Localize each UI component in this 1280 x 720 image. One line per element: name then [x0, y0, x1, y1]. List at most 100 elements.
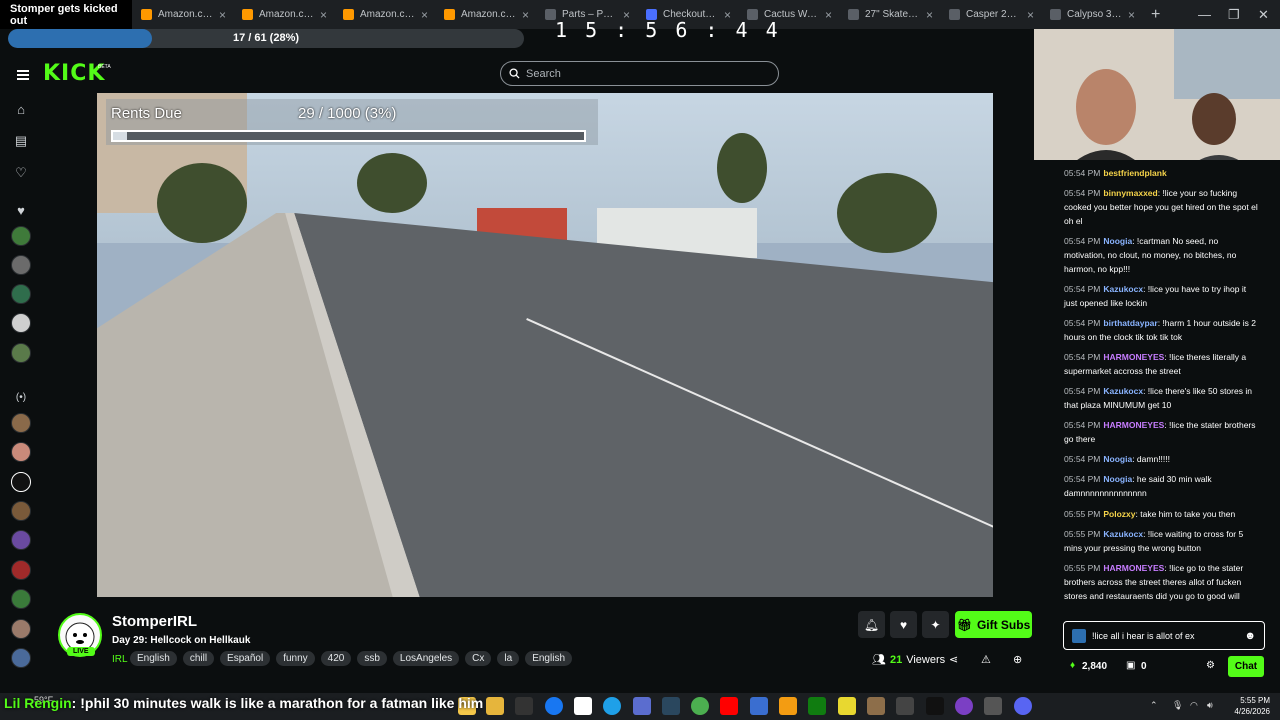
tray-up-icon[interactable]: ⌃: [1150, 700, 1158, 711]
stream-tag[interactable]: la: [497, 651, 520, 666]
mic-icon[interactable]: 🎙︎: [1172, 700, 1183, 711]
app-icon[interactable]: [574, 697, 592, 715]
taskbar-clock[interactable]: 5:55 PM 4/26/2026: [1222, 695, 1270, 717]
stream-tag[interactable]: English: [525, 651, 573, 666]
app-icon[interactable]: [984, 697, 1002, 715]
goal-progress-bar: 17 / 61 (28%): [8, 29, 524, 48]
kick-logo[interactable]: KICK: [43, 61, 105, 86]
wifi-icon[interactable]: ◠: [1190, 700, 1198, 711]
sidebar-channel-avatar[interactable]: [11, 226, 31, 246]
sidebar-channel-avatar[interactable]: [11, 589, 31, 609]
gift-count[interactable]: 0: [1141, 661, 1147, 672]
new-tab-button[interactable]: +: [1143, 0, 1173, 29]
share-icon[interactable]: ⋖: [949, 653, 958, 666]
browser-tab[interactable]: Amazon.com : Bo×: [335, 0, 436, 29]
app-icon[interactable]: [750, 697, 768, 715]
sidebar-channel-avatar[interactable]: [11, 501, 31, 521]
sidebar-channel-avatar[interactable]: [11, 343, 31, 363]
app-icon[interactable]: [779, 697, 797, 715]
rents-label: Rents Due: [111, 105, 182, 122]
menu-icon[interactable]: [17, 70, 29, 82]
chat-message: 05:54 PM Noogia: !cartman No seed, no mot…: [1064, 236, 1237, 274]
bell-icon: 🔔︎: [863, 617, 880, 632]
restore-icon[interactable]: ❐: [1228, 0, 1240, 29]
stream-category[interactable]: IRL: [112, 654, 128, 665]
chat-send-button[interactable]: Chat: [1228, 656, 1264, 677]
sidebar-channel-avatar[interactable]: [11, 619, 31, 639]
browser-tab[interactable]: Casper 27" Comp×: [941, 0, 1042, 29]
chat-settings-icon[interactable]: ⚙: [1206, 660, 1215, 671]
chat-message: 05:54 PM HARMONEYES: !lice the stater bro…: [1064, 420, 1256, 444]
volume-icon[interactable]: 🔊︎: [1207, 700, 1213, 711]
tab-close-icon[interactable]: ×: [1128, 8, 1135, 22]
sidebar-channel-avatar[interactable]: [11, 560, 31, 580]
app-icon[interactable]: [603, 697, 621, 715]
channel-points[interactable]: 2,840: [1082, 661, 1107, 672]
following-icon[interactable]: ♡: [10, 162, 32, 184]
tab-close-icon[interactable]: ×: [219, 8, 226, 22]
app-icon[interactable]: [926, 697, 944, 715]
follow-button[interactable]: ♥: [890, 611, 917, 638]
chat-input[interactable]: [1092, 630, 1210, 641]
app-icon[interactable]: [545, 697, 563, 715]
tab-close-icon[interactable]: ×: [320, 8, 327, 22]
sidebar-channel-avatar[interactable]: [11, 413, 31, 433]
sidebar-channel-avatar[interactable]: [11, 255, 31, 275]
app-icon[interactable]: [720, 697, 738, 715]
search-bar[interactable]: [500, 61, 779, 86]
browser-tab[interactable]: Calypso 32" Com×: [1042, 0, 1143, 29]
streamer-name[interactable]: StomperIRL: [112, 613, 197, 630]
app-icon[interactable]: [486, 697, 504, 715]
browser-tab[interactable]: Amazon.com : La×: [234, 0, 335, 29]
stream-tag[interactable]: Cx: [465, 651, 492, 666]
home-icon[interactable]: ⌂: [10, 98, 32, 120]
app-icon[interactable]: [808, 697, 826, 715]
search-input[interactable]: [526, 67, 766, 80]
sidebar-channel-avatar[interactable]: [11, 648, 31, 668]
stream-tag[interactable]: LosAngeles: [392, 651, 460, 666]
stream-tag[interactable]: chill: [182, 651, 215, 666]
sidebar-channel-avatar[interactable]: [11, 472, 31, 492]
chat-input-box[interactable]: ☻: [1063, 621, 1265, 650]
app-icon[interactable]: [867, 697, 885, 715]
webcam-image: [1034, 29, 1280, 171]
sidebar-channel-avatar[interactable]: [11, 313, 31, 333]
browser-tab[interactable]: 27" Skateboards×: [840, 0, 941, 29]
app-icon[interactable]: [515, 697, 533, 715]
stream-tag[interactable]: Español: [220, 651, 271, 666]
app-icon[interactable]: [691, 697, 709, 715]
browser-tab[interactable]: Amazon.com: Sk×: [133, 0, 234, 29]
app-icon[interactable]: [1014, 697, 1032, 715]
sidebar-channel-avatar[interactable]: [11, 284, 31, 304]
chat-message: 05:54 PM Kazukocx: !lice there's like 50 …: [1064, 386, 1252, 410]
emoji-icon[interactable]: ☻: [1244, 630, 1256, 642]
gift-subs-button[interactable]: 🎁︎ Gift Subs: [955, 611, 1032, 638]
tab-close-icon[interactable]: ×: [926, 8, 933, 22]
tab-close-icon[interactable]: ×: [421, 8, 428, 22]
sidebar-channel-avatar[interactable]: [11, 442, 31, 462]
notification-bell-button[interactable]: 🔔︎: [858, 611, 885, 638]
app-icon[interactable]: [838, 697, 856, 715]
browse-icon[interactable]: ▤: [10, 130, 32, 152]
tab-favicon-icon: [848, 9, 859, 20]
stream-tag[interactable]: English: [130, 651, 177, 666]
sidebar-channel-avatar[interactable]: [11, 530, 31, 550]
tab-close-icon[interactable]: ×: [1027, 8, 1034, 22]
app-icon[interactable]: [896, 697, 914, 715]
browser-tab[interactable]: Amazon.com : Bo×: [436, 0, 537, 29]
video-tree: [157, 163, 247, 243]
minimize-icon[interactable]: —: [1198, 0, 1211, 29]
tab-close-icon[interactable]: ×: [825, 8, 832, 22]
tab-close-icon[interactable]: ×: [522, 8, 529, 22]
stream-tag[interactable]: funny: [276, 651, 315, 666]
stream-tag[interactable]: ssb: [357, 651, 387, 666]
app-icon[interactable]: [633, 697, 651, 715]
stream-tag[interactable]: 420: [320, 651, 352, 666]
profile-card-icon[interactable]: ⊕: [1013, 653, 1022, 666]
app-icon[interactable]: [662, 697, 680, 715]
sparkle-button[interactable]: ✦: [922, 611, 949, 638]
app-icon[interactable]: [955, 697, 973, 715]
video-player[interactable]: Rents Due 29 / 1000 (3%): [97, 93, 993, 597]
report-icon[interactable]: ⚠: [981, 653, 991, 666]
close-window-icon[interactable]: ✕: [1258, 0, 1269, 29]
